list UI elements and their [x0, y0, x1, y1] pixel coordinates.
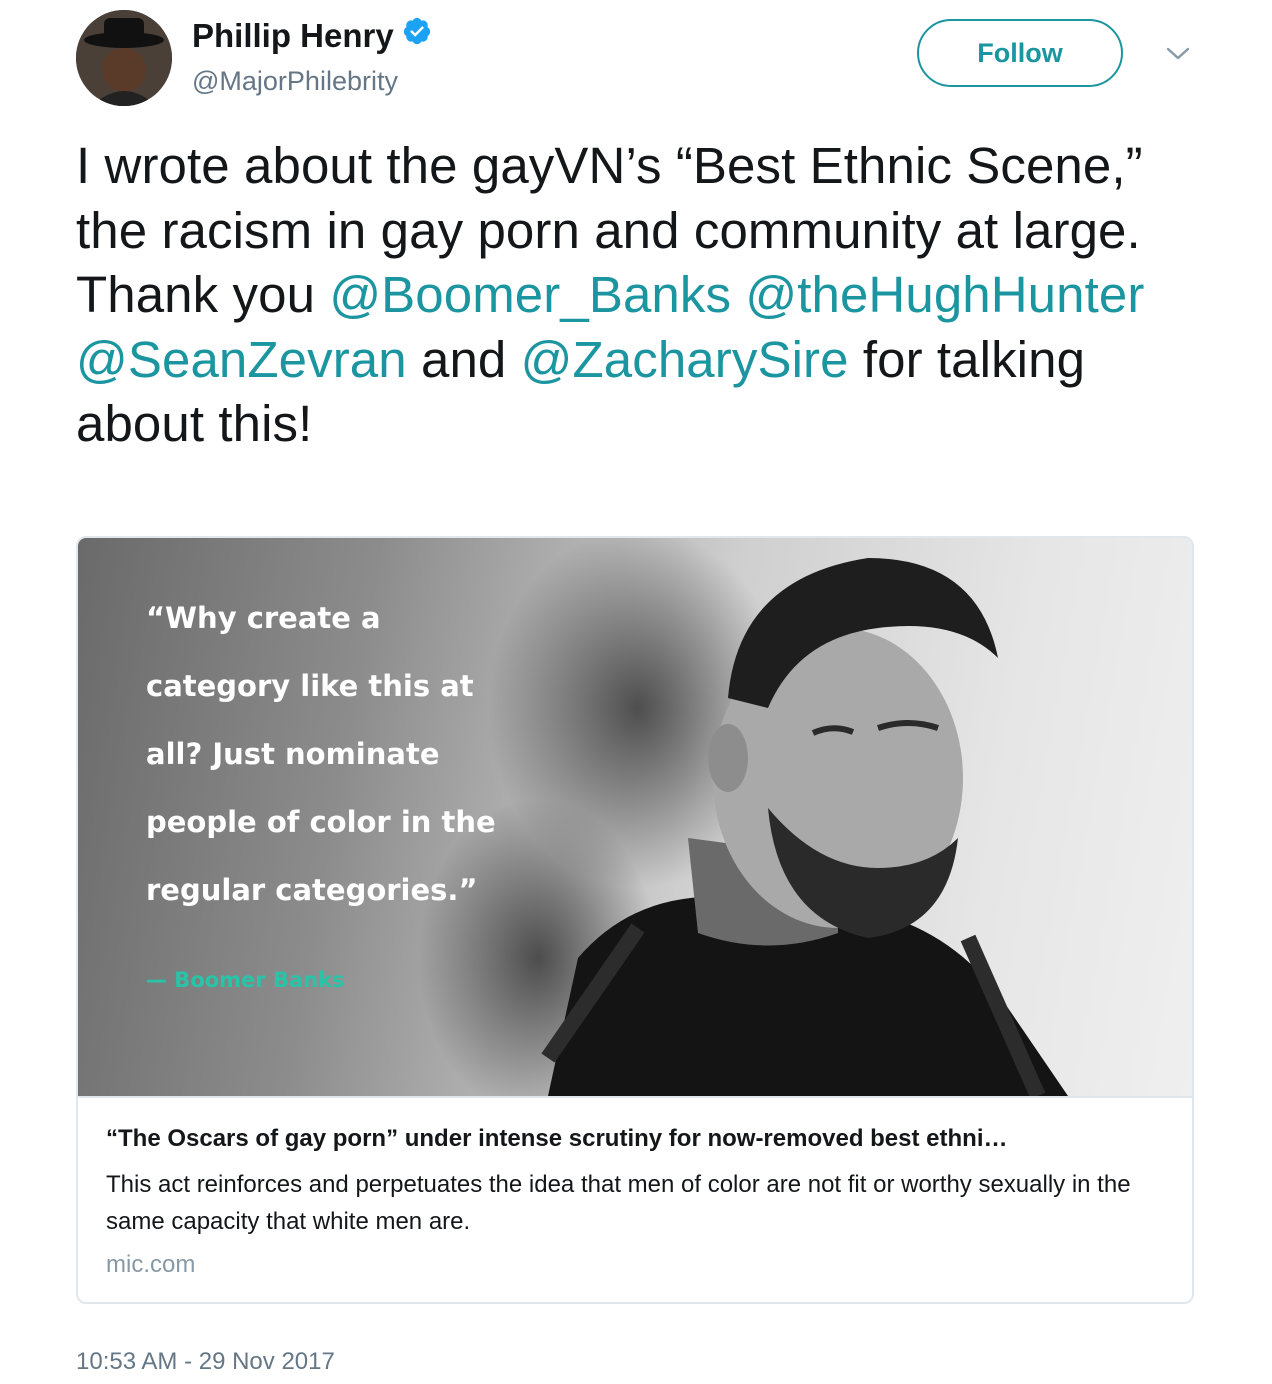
mention-link[interactable]: @theHughHunter: [745, 266, 1144, 323]
mention-link[interactable]: @SeanZevran: [76, 331, 407, 388]
card-divider: [78, 1096, 1192, 1098]
card-quote-line: regular categories.”: [146, 873, 478, 907]
avatar[interactable]: [76, 10, 172, 106]
mention-link[interactable]: @Boomer_Banks: [329, 266, 731, 323]
chevron-down-icon[interactable]: [1166, 44, 1190, 64]
card-quote-line: people of color in the: [146, 805, 496, 839]
user-handle[interactable]: @MajorPhilebrity: [192, 64, 398, 98]
display-name[interactable]: Phillip Henry: [192, 16, 432, 56]
tweet-text-part: and: [406, 330, 521, 388]
card-title[interactable]: “The Oscars of gay porn” under intense s…: [106, 1124, 1166, 1154]
card-image[interactable]: “Why create a category like this at all?…: [78, 538, 1192, 1096]
display-name-text[interactable]: Phillip Henry: [192, 17, 394, 54]
card-quote-attribution: — Boomer Banks: [146, 968, 345, 992]
card-description: This act reinforces and perpetuates the …: [106, 1171, 1131, 1235]
link-card[interactable]: “Why create a category like this at all?…: [76, 536, 1194, 1304]
tweet-text: I wrote about the gayVN’s “Best Ethnic S…: [76, 134, 1196, 457]
card-quote-line: all? Just nominate: [146, 737, 440, 771]
mention-link[interactable]: @ZacharySire: [521, 331, 849, 388]
card-quote: “Why create a category like this at all?…: [146, 584, 566, 924]
tweet-timestamp[interactable]: 10:53 AM - 29 Nov 2017: [76, 1347, 335, 1377]
tweet-text-space: [731, 266, 745, 323]
card-quote-line: category like this at: [146, 669, 474, 703]
card-domain: mic.com: [106, 1251, 196, 1278]
card-quote-line: “Why create a: [146, 601, 381, 635]
follow-button[interactable]: Follow: [917, 19, 1123, 87]
avatar-image: [76, 10, 172, 106]
verified-badge-icon: [402, 15, 432, 55]
